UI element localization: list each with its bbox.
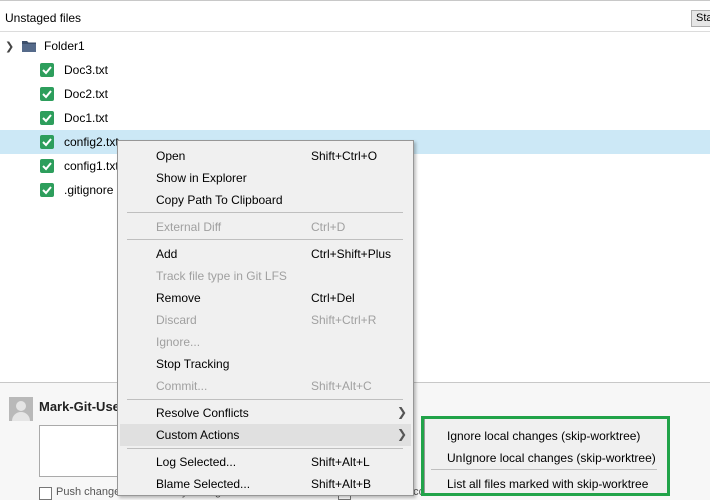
- menu-separator: [127, 212, 403, 213]
- menu-item-shortcut: Ctrl+Del: [311, 291, 355, 305]
- file-row[interactable]: Doc3.txt: [0, 58, 710, 82]
- chevron-right-icon: ❯: [397, 405, 408, 419]
- menu-item-show-in-explorer[interactable]: Show in Explorer: [120, 167, 411, 189]
- checkbox-checked-icon[interactable]: [40, 87, 54, 101]
- avatar: [9, 397, 33, 421]
- checkbox-checked-icon[interactable]: [40, 135, 54, 149]
- menu-item-label: Discard: [156, 313, 197, 327]
- menu-item-resolve-conflicts[interactable]: Resolve Conflicts ❯: [120, 402, 411, 424]
- file-label: config1.txt: [64, 159, 119, 173]
- file-label: config2.txt: [64, 135, 119, 149]
- menu-item-label: Blame Selected...: [156, 477, 251, 491]
- folder-label: Folder1: [44, 39, 85, 53]
- chevron-right-icon: ❯: [397, 427, 408, 441]
- checkbox-checked-icon[interactable]: [40, 111, 54, 125]
- menu-item-ignore[interactable]: Ignore...: [120, 331, 411, 353]
- menu-item-copy-path[interactable]: Copy Path To Clipboard: [120, 189, 411, 211]
- menu-item-stop-tracking[interactable]: Stop Tracking: [120, 353, 411, 375]
- checkbox-checked-icon[interactable]: [40, 63, 54, 77]
- menu-item-discard[interactable]: Discard Shift+Ctrl+R: [120, 309, 411, 331]
- menu-item-label: Track file type in Git LFS: [156, 269, 287, 283]
- menu-item-external-diff[interactable]: External Diff Ctrl+D: [120, 216, 411, 238]
- menu-item-label: Add: [156, 247, 178, 261]
- menu-item-label: Show in Explorer: [156, 171, 247, 185]
- highlight-frame: [421, 416, 670, 496]
- panel-title: Unstaged files: [5, 11, 82, 25]
- context-menu: Open Shift+Ctrl+O Show in Explorer Copy …: [117, 140, 414, 496]
- menu-item-shortcut: Shift+Alt+C: [311, 379, 372, 393]
- menu-item-log-selected[interactable]: Log Selected... Shift+Alt+L: [120, 451, 411, 473]
- menu-item-label: Custom Actions: [156, 428, 240, 442]
- file-label: Doc1.txt: [64, 111, 109, 125]
- menu-item-label: Remove: [156, 291, 201, 305]
- menu-item-label: Commit...: [156, 379, 208, 393]
- menu-item-blame-selected[interactable]: Blame Selected... Shift+Alt+B: [120, 473, 411, 495]
- menu-item-label: External Diff: [156, 220, 222, 234]
- push-checkbox[interactable]: [39, 487, 52, 500]
- menu-item-shortcut: Ctrl+D: [311, 220, 346, 234]
- menu-item-label: Copy Path To Clipboard: [156, 193, 283, 207]
- username: Mark-Git-User: [39, 399, 125, 414]
- menu-item-shortcut: Shift+Ctrl+R: [311, 313, 377, 327]
- menu-item-label: Ignore...: [156, 335, 201, 349]
- chevron-down-icon[interactable]: ❯: [5, 40, 14, 53]
- menu-item-track-lfs[interactable]: Track file type in Git LFS: [120, 265, 411, 287]
- menu-item-commit[interactable]: Commit... Shift+Alt+C: [120, 375, 411, 397]
- menu-item-shortcut: Shift+Alt+B: [311, 477, 372, 491]
- stage-button[interactable]: Stage: [691, 10, 710, 27]
- menu-item-shortcut: Shift+Alt+L: [311, 455, 370, 469]
- menu-item-label: Log Selected...: [156, 455, 237, 469]
- menu-item-label: Open: [156, 149, 186, 163]
- commit-message-input[interactable]: [39, 425, 121, 477]
- tree-folder-row[interactable]: ❯ Folder1: [0, 34, 710, 58]
- file-label: Doc2.txt: [64, 87, 109, 101]
- checkbox-checked-icon[interactable]: [40, 183, 54, 197]
- menu-item-open[interactable]: Open Shift+Ctrl+O: [120, 145, 411, 167]
- menu-item-remove[interactable]: Remove Ctrl+Del: [120, 287, 411, 309]
- menu-separator: [127, 399, 403, 400]
- file-row[interactable]: Doc1.txt: [0, 106, 710, 130]
- unstaged-files-header: Unstaged files Stage: [0, 0, 710, 32]
- menu-item-add[interactable]: Add Ctrl+Shift+Plus: [120, 243, 411, 265]
- file-label: Doc3.txt: [64, 63, 109, 77]
- menu-separator: [127, 239, 403, 240]
- menu-item-label: Stop Tracking: [156, 357, 230, 371]
- menu-item-shortcut: Shift+Ctrl+O: [311, 149, 378, 163]
- checkbox-checked-icon[interactable]: [40, 159, 54, 173]
- folder-icon: [21, 39, 37, 56]
- menu-item-label: Resolve Conflicts: [156, 406, 249, 420]
- menu-separator: [127, 448, 403, 449]
- menu-item-custom-actions[interactable]: Custom Actions ❯: [120, 424, 411, 446]
- file-row[interactable]: Doc2.txt: [0, 82, 710, 106]
- file-label: .gitignore: [64, 183, 114, 197]
- menu-item-shortcut: Ctrl+Shift+Plus: [311, 247, 392, 261]
